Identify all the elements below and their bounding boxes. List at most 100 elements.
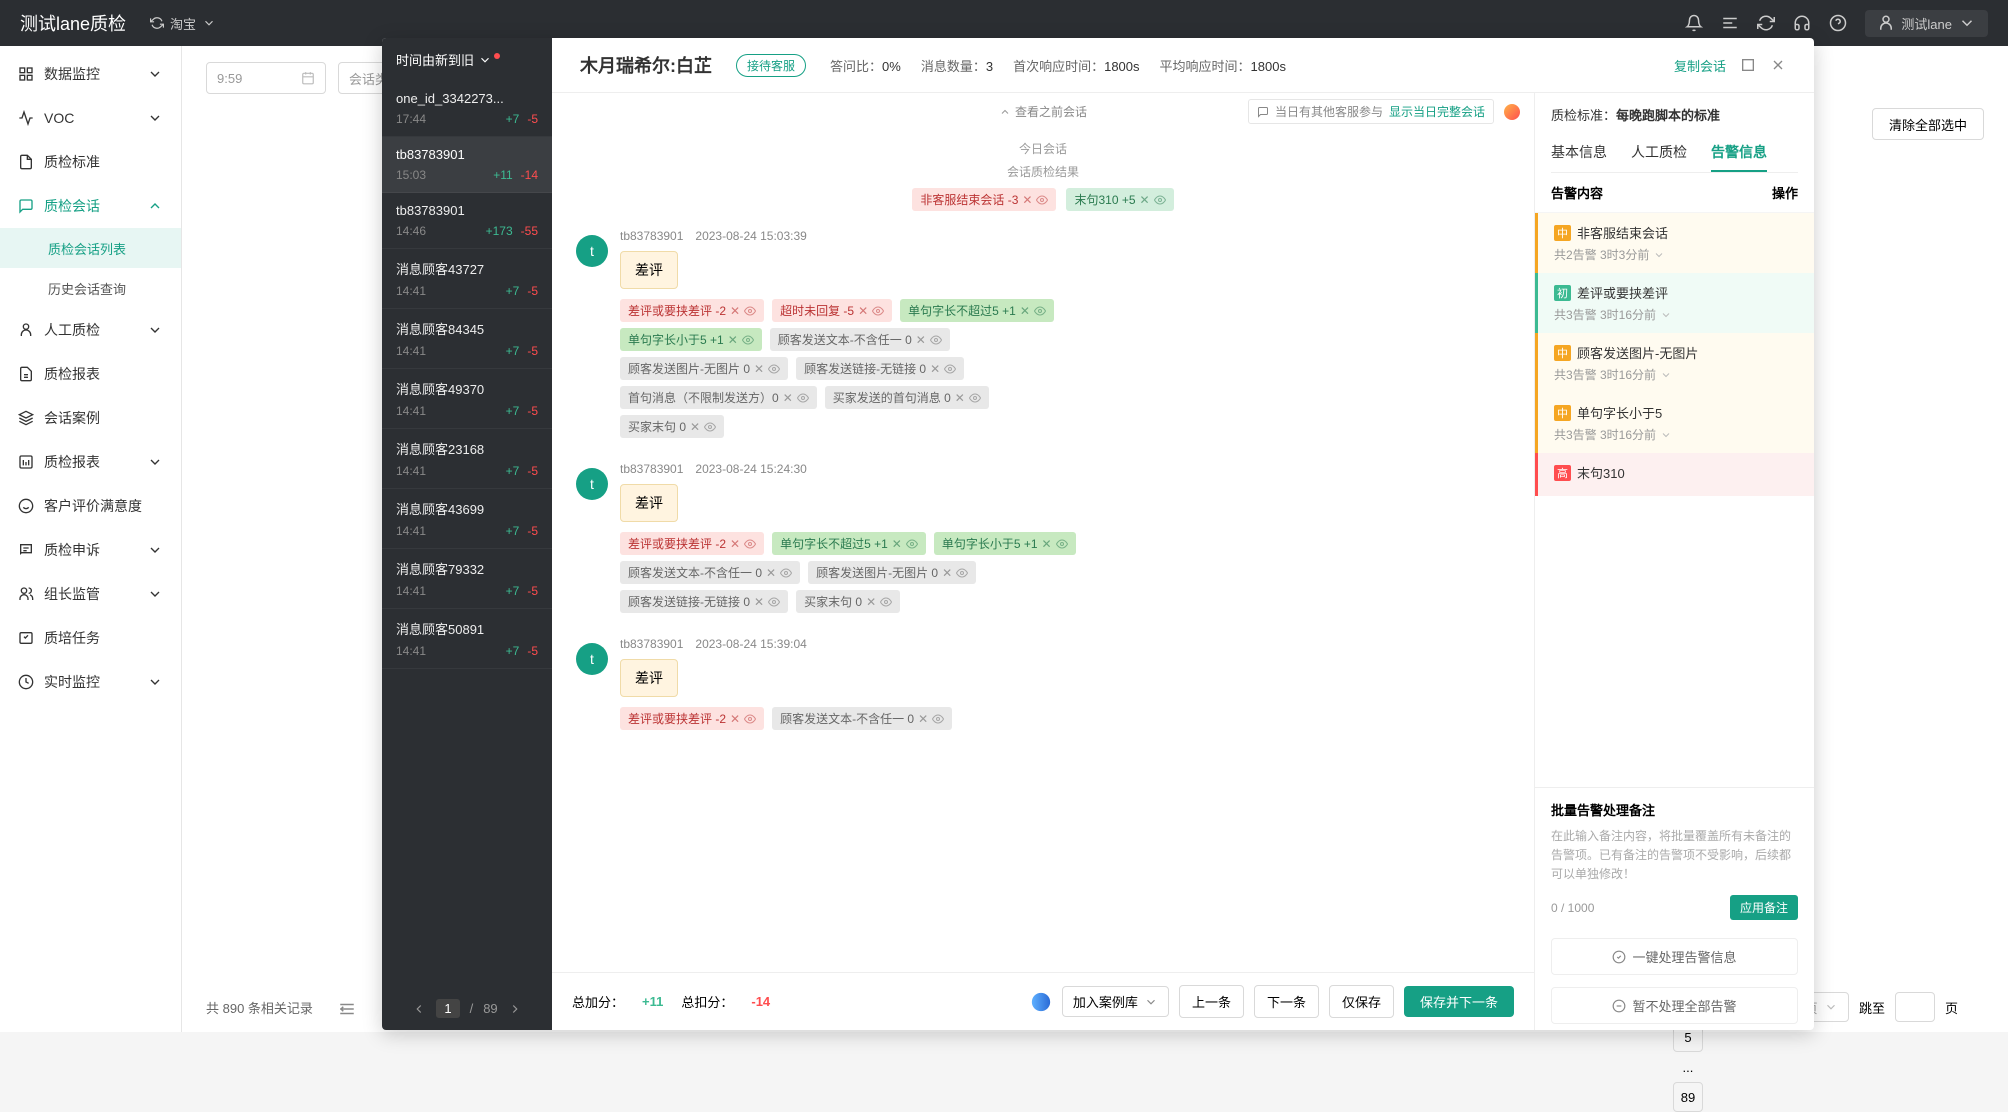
panel-tab[interactable]: 人工质检 <box>1631 134 1687 172</box>
remove-tag-icon[interactable]: ✕ <box>730 304 740 318</box>
session-time: 15:03 <box>396 168 426 182</box>
remove-tag-icon[interactable]: ✕ <box>754 362 764 376</box>
session-list-item[interactable]: 消息顾客50891 14:41 +7-5 <box>382 609 552 669</box>
dashboard-icon <box>18 66 34 82</box>
sort-selector[interactable]: 时间由新到旧 <box>382 38 552 81</box>
remove-tag-icon[interactable]: ✕ <box>754 595 764 609</box>
time-filter[interactable]: 9:59 <box>206 62 326 94</box>
sidebar-item[interactable]: 质检申诉 <box>0 528 181 572</box>
session-list-item[interactable]: tb83783901 15:03 +11-14 <box>382 137 552 193</box>
sidebar-item[interactable]: 客户评价满意度 <box>0 484 181 528</box>
remove-tag-icon[interactable]: ✕ <box>866 595 876 609</box>
alert-item[interactable]: 中单句字长小于5 共3告警 3时16分前 <box>1535 393 1814 453</box>
remove-tag-icon[interactable]: ✕ <box>766 566 776 580</box>
copy-session-link[interactable]: 复制会话 <box>1674 56 1726 75</box>
close-icon[interactable] <box>1770 57 1786 73</box>
jump-page-input[interactable] <box>1895 992 1935 1022</box>
level-badge: 中 <box>1554 225 1571 241</box>
remove-tag-icon[interactable]: ✕ <box>942 566 952 580</box>
session-time: 14:41 <box>396 344 426 358</box>
sidebar-item[interactable]: 质检会话 <box>0 184 181 228</box>
chat-icon <box>18 198 34 214</box>
remove-tag-icon[interactable]: ✕ <box>1042 537 1052 551</box>
eye-icon <box>969 392 981 404</box>
remove-tag-icon[interactable]: ✕ <box>783 391 793 405</box>
session-list-item[interactable]: 消息顾客43699 14:41 +7-5 <box>382 489 552 549</box>
remove-tag-icon[interactable]: ✕ <box>858 304 868 318</box>
panel-tab[interactable]: 告警信息 <box>1711 134 1767 172</box>
remove-tag-icon[interactable]: ✕ <box>1022 193 1032 207</box>
sidebar-item[interactable]: 数据监控 <box>0 52 181 96</box>
remark-count: 0 / 1000 <box>1551 901 1594 915</box>
sidebar-item[interactable]: 人工质检 <box>0 308 181 352</box>
remove-tag-icon[interactable]: ✕ <box>916 333 926 347</box>
remove-tag-icon[interactable]: ✕ <box>892 537 902 551</box>
clear-selection-button[interactable]: 清除全部选中 <box>1872 108 1984 140</box>
remove-tag-icon[interactable]: ✕ <box>930 362 940 376</box>
remove-tag-icon[interactable]: ✕ <box>1140 193 1150 207</box>
panel-tab[interactable]: 基本信息 <box>1551 134 1607 172</box>
add-case-dropdown[interactable]: 加入案例库 <box>1062 986 1169 1017</box>
expand-icon[interactable] <box>1740 57 1756 73</box>
page-next-icon[interactable] <box>508 1002 522 1016</box>
session-list-item[interactable]: 消息顾客49370 14:41 +7-5 <box>382 369 552 429</box>
sidebar-item[interactable]: 质培任务 <box>0 616 181 660</box>
sidebar-item[interactable]: 会话案例 <box>0 396 181 440</box>
alert-item[interactable]: 初差评或要挟差评 共3告警 3时16分前 <box>1535 273 1814 333</box>
remove-tag-icon[interactable]: ✕ <box>955 391 965 405</box>
remove-tag-icon[interactable]: ✕ <box>728 333 738 347</box>
remove-tag-icon[interactable]: ✕ <box>690 420 700 434</box>
session-list-item[interactable]: 消息顾客84345 14:41 +7-5 <box>382 309 552 369</box>
remove-tag-icon[interactable]: ✕ <box>1020 304 1030 318</box>
globe-icon[interactable] <box>1030 991 1052 1013</box>
remark-textarea[interactable]: 在此输入备注内容，将批量覆盖所有未备注的告警项。已有备注的告警项不受影响，后续都… <box>1551 827 1798 887</box>
remove-tag-icon[interactable]: ✕ <box>730 537 740 551</box>
session-list-item[interactable]: 消息顾客43727 14:41 +7-5 <box>382 249 552 309</box>
app-title: 测试lane质检 <box>20 10 126 36</box>
sidebar-subitem[interactable]: 质检会话列表 <box>0 228 181 268</box>
sidebar-item[interactable]: VOC <box>0 96 181 140</box>
view-previous-link[interactable]: 查看之前会话 <box>999 103 1087 120</box>
help-icon[interactable] <box>1829 14 1847 32</box>
collapse-sidebar-icon[interactable] <box>338 1000 356 1018</box>
qc-tag: 顾客发送图片-无图片 0 ✕ <box>620 357 788 380</box>
user-menu[interactable]: 测试lane <box>1865 10 1988 37</box>
session-list-item[interactable]: one_id_3342273... 17:44 +7-5 <box>382 81 552 137</box>
apply-remark-button[interactable]: 应用备注 <box>1730 895 1798 920</box>
next-button[interactable]: 下一条 <box>1254 985 1319 1018</box>
remove-tag-icon[interactable]: ✕ <box>918 712 928 726</box>
save-only-button[interactable]: 仅保存 <box>1329 985 1394 1018</box>
page-number[interactable]: 89 <box>1673 1082 1703 1112</box>
alert-item[interactable]: 中顾客发送图片-无图片 共3告警 3时16分前 <box>1535 333 1814 393</box>
qc-tag: 买家发送的首句消息 0 ✕ <box>825 386 989 409</box>
session-name: one_id_3342273... <box>396 91 538 106</box>
sidebar-item[interactable]: 组长监管 <box>0 572 181 616</box>
session-list-item[interactable]: 消息顾客79332 14:41 +7-5 <box>382 549 552 609</box>
bell-icon[interactable] <box>1685 14 1703 32</box>
sidebar-label: 质检会话 <box>44 196 100 216</box>
alert-item[interactable]: 高末句310 <box>1535 453 1814 496</box>
sidebar-item[interactable]: 实时监控 <box>0 660 181 704</box>
platform-selector[interactable]: 淘宝 <box>150 14 216 33</box>
sidebar-item[interactable]: 质检报表 <box>0 352 181 396</box>
sidebar-item[interactable]: 质检标准 <box>0 140 181 184</box>
qc-tag: 买家末句 0 ✕ <box>796 590 900 613</box>
sync-icon[interactable] <box>1757 14 1775 32</box>
headset-icon[interactable] <box>1793 14 1811 32</box>
page-prev-icon[interactable] <box>412 1002 426 1016</box>
menu-icon[interactable] <box>1721 14 1739 32</box>
skip-all-button[interactable]: 暂不处理全部告警 <box>1551 987 1798 1024</box>
show-full-link[interactable]: 显示当日完整会话 <box>1389 103 1485 120</box>
sidebar-item[interactable]: 质检报表 <box>0 440 181 484</box>
session-list-item[interactable]: tb83783901 14:46 +173-55 <box>382 193 552 249</box>
star-icon <box>18 498 34 514</box>
remove-tag-icon[interactable]: ✕ <box>730 712 740 726</box>
sidebar-subitem[interactable]: 历史会话查询 <box>0 268 181 308</box>
session-list-item[interactable]: 消息顾客23168 14:41 +7-5 <box>382 429 552 489</box>
msg-sender: tb83783901 <box>620 462 683 476</box>
save-next-button[interactable]: 保存并下一条 <box>1404 986 1514 1017</box>
process-all-button[interactable]: 一键处理告警信息 <box>1551 938 1798 975</box>
msg-sender: tb83783901 <box>620 229 683 243</box>
prev-button[interactable]: 上一条 <box>1179 985 1244 1018</box>
alert-item[interactable]: 中非客服结束会话 共2告警 3时3分前 <box>1535 213 1814 273</box>
